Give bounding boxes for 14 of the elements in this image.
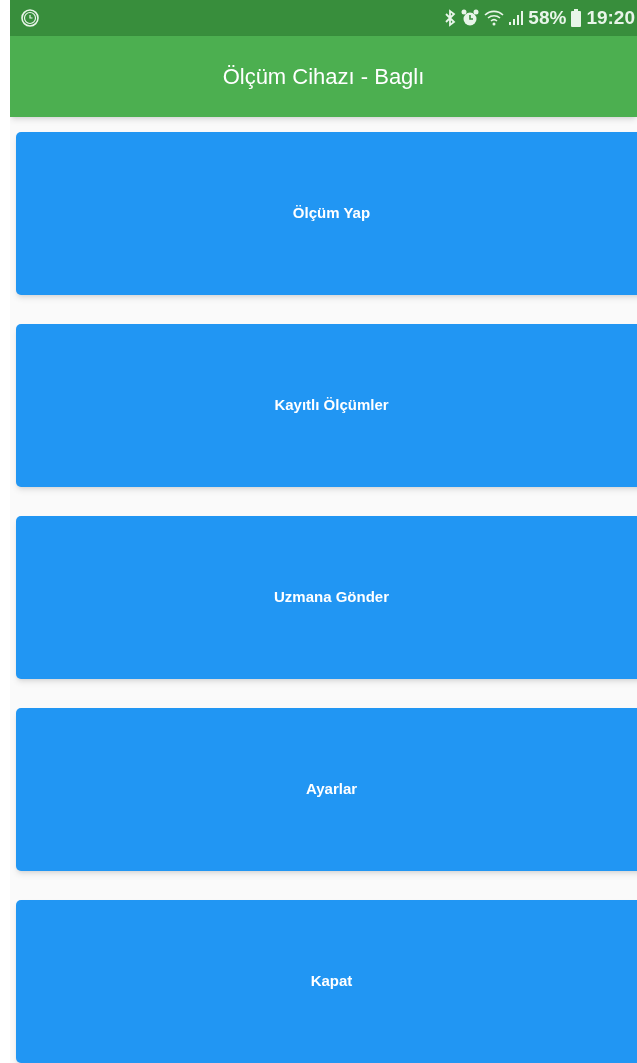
menu-button[interactable]: Ayarlar xyxy=(16,708,637,871)
alarm-icon xyxy=(461,8,480,27)
menu-button[interactable]: Kayıtlı Ölçümler xyxy=(16,324,637,487)
clock-time: 19:20 xyxy=(586,5,635,30)
menu-button[interactable]: Ölçüm Yap xyxy=(16,132,637,295)
menu-button[interactable]: Uzmana Gönder xyxy=(16,516,637,679)
clock-icon xyxy=(20,7,40,28)
battery-icon xyxy=(571,8,582,27)
bluetooth-icon xyxy=(444,8,457,27)
wifi-icon xyxy=(484,9,505,26)
menu-button[interactable]: Kapat xyxy=(16,900,637,1063)
signal-icon xyxy=(509,9,524,26)
app-title: Ölçüm Cihazı - Baglı xyxy=(222,62,425,91)
battery-percent: 58% xyxy=(528,5,567,30)
